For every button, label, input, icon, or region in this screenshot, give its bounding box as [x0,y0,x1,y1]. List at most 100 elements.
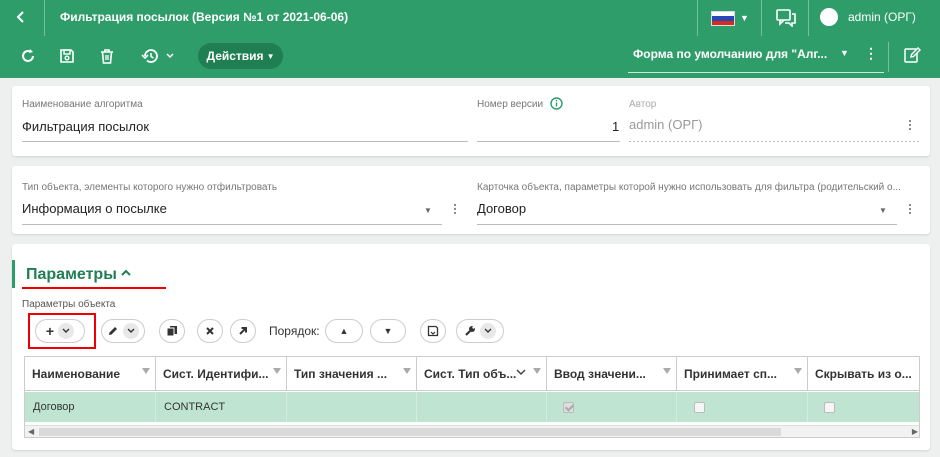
author-more-vertical-icon[interactable] [908,120,912,132]
object-params-label: Параметры объекта [22,299,116,310]
cell-name[interactable]: Договор [25,392,156,422]
parent-card-more-vertical-icon[interactable] [908,204,912,216]
divider [44,0,45,36]
cell-hide[interactable] [808,392,919,422]
filter-icon[interactable] [794,368,802,374]
cell-value-type[interactable] [287,392,417,422]
parent-card-select[interactable]: Договор [477,201,526,216]
version-field[interactable]: 1 [612,119,619,134]
chevron-down-icon[interactable] [480,323,496,339]
avatar[interactable] [820,8,838,26]
filter-icon[interactable] [533,368,541,374]
open-button[interactable] [230,319,256,343]
more-vertical-icon[interactable]: ⋮ [864,45,878,62]
chevron-up-icon[interactable] [120,268,132,278]
caret-down-icon[interactable]: ▼ [424,206,432,215]
input-value-checkbox[interactable] [563,402,574,413]
save-button[interactable] [56,45,78,67]
order-label: Порядок: [269,324,320,338]
cell-input-value[interactable] [547,392,677,422]
actions-label: Действия [206,49,264,63]
filter-icon[interactable] [273,368,281,374]
filter-icon[interactable] [663,368,671,374]
chevron-down-icon [166,53,174,59]
horizontal-scrollbar[interactable]: ◀ ▶ [25,425,919,437]
column-header-label: Тип значения ... [294,367,388,381]
algorithm-name-field[interactable]: Фильтрация посылок [22,119,149,134]
divider [697,0,698,36]
column-header-input-value[interactable]: Ввод значени... [547,357,677,391]
sort-icon[interactable] [516,368,526,376]
edit-form-button[interactable] [903,46,921,69]
caret-down-icon[interactable]: ▼ [879,206,887,215]
language-dropdown-caret-icon[interactable]: ▼ [740,13,749,23]
column-header-value-type[interactable]: Тип значения ... [287,357,417,391]
divider [888,42,889,72]
scrollbar-thumb[interactable] [39,428,781,436]
triangle-down-icon: ▼ [383,326,393,336]
hide-checkbox[interactable] [824,402,835,413]
author-label: Автор [629,99,657,110]
column-header-sys-id[interactable]: Сист. Идентифи... [156,357,287,391]
back-button[interactable] [12,9,30,27]
divider [808,0,809,36]
chat-button[interactable] [776,9,796,28]
pencil-icon [109,327,117,335]
section-accent-bar [12,260,15,288]
actions-button[interactable]: Действия ▼ [198,43,283,69]
user-name[interactable]: admin (ОРГ) [848,10,916,24]
table-row[interactable]: Договор CONTRACT [25,392,919,422]
history-button[interactable] [138,45,178,67]
object-type-select[interactable]: Информация о посылке [22,201,167,216]
column-header-accepts[interactable]: Принимает сп... [677,357,808,391]
cell-sys-id[interactable]: CONTRACT [156,392,287,422]
column-header-sys-obj-type[interactable]: Сист. Тип объ... [417,357,547,391]
add-button-highlight [28,313,96,349]
info-icon[interactable] [550,97,563,110]
move-down-button[interactable]: ▼ [370,319,406,343]
column-header-label: Принимает сп... [684,367,777,381]
version-label: Номер версии [477,99,544,110]
russia-flag-icon[interactable] [711,11,735,26]
field-underline [22,224,442,225]
form-selector[interactable]: Форма по умолчанию для "Алг... ▼ [628,36,884,73]
top-bar: Фильтрация посылок (Версия №1 от 2021-06… [0,0,940,36]
author-field: admin (ОРГ) [629,117,703,132]
divider [761,0,762,36]
highlight-underline [22,287,166,289]
edit-button[interactable] [101,319,145,343]
cell-accepts[interactable] [677,392,808,422]
algorithm-name-label: Наименование алгоритма [22,99,143,110]
export-button[interactable] [420,319,446,343]
trash-icon [101,49,113,64]
table-header: Наименование Сист. Идентифи... Тип значе… [25,357,919,391]
copy-button[interactable] [159,319,185,343]
accepts-checkbox[interactable] [694,402,705,413]
column-header-label: Сист. Идентифи... [163,367,269,381]
params-table: Наименование Сист. Идентифи... Тип значе… [24,356,920,438]
delete-button[interactable] [96,45,118,67]
field-underline [22,141,468,142]
column-header-name[interactable]: Наименование [25,357,156,391]
remove-button[interactable] [197,319,223,343]
parent-card-label: Карточка объекта, параметры которой нужн… [477,182,901,193]
object-card: Тип объекта, элементы которого нужно отф… [12,166,930,234]
scroll-right-icon[interactable]: ▶ [912,427,918,436]
refresh-icon [22,49,34,62]
page-title: Фильтрация посылок (Версия №1 от 2021-06… [60,10,349,24]
scroll-left-icon[interactable]: ◀ [28,427,34,436]
params-section-title[interactable]: Параметры [26,266,117,284]
filter-icon[interactable] [142,368,150,374]
save-to-file-icon [427,325,439,337]
column-header-hide[interactable]: Скрывать из о... [808,357,919,391]
caret-down-icon: ▼ [266,51,275,61]
cell-sys-obj-type[interactable] [417,392,547,422]
filter-icon[interactable] [403,368,411,374]
move-up-button[interactable]: ▲ [325,319,363,343]
column-header-label: Сист. Тип объ... [424,367,517,381]
object-type-more-vertical-icon[interactable] [453,204,457,216]
chevron-left-icon [16,11,24,23]
refresh-button[interactable] [17,45,39,67]
settings-button[interactable] [456,319,504,343]
chevron-down-icon[interactable] [123,323,139,339]
